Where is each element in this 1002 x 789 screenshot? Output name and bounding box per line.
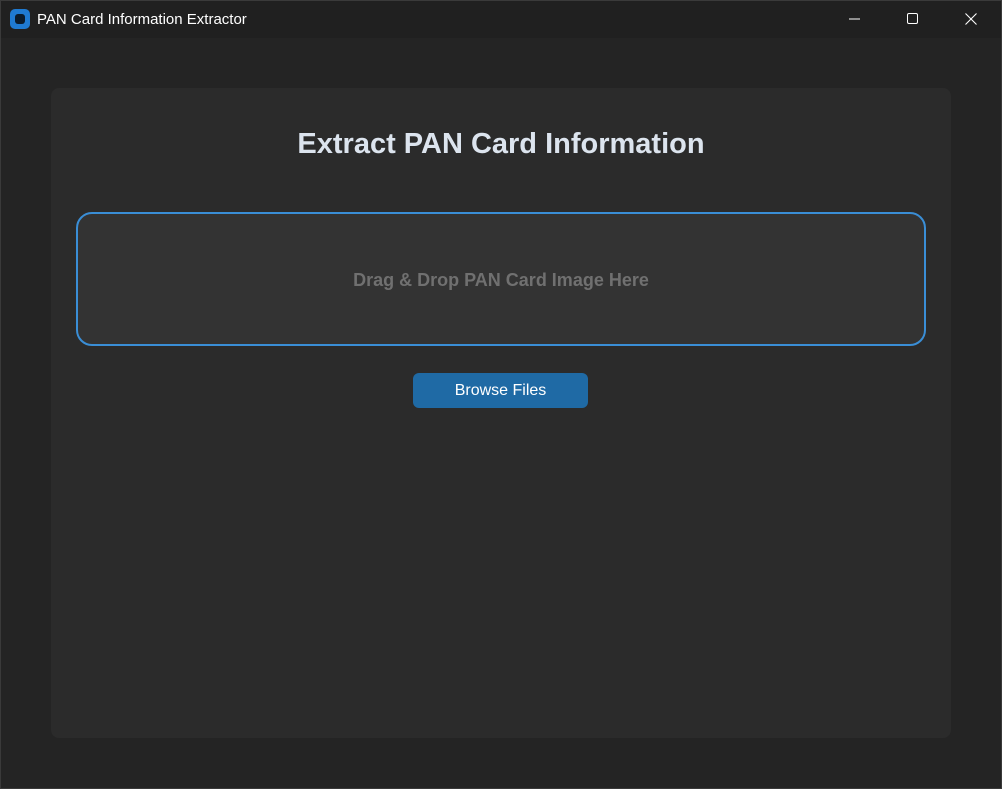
browse-files-button[interactable]: Browse Files xyxy=(413,373,588,408)
window-title: PAN Card Information Extractor xyxy=(37,11,247,28)
maximize-button[interactable] xyxy=(884,1,942,38)
close-icon xyxy=(965,13,977,25)
maximize-icon xyxy=(907,13,918,24)
title-bar[interactable]: PAN Card Information Extractor xyxy=(1,1,1001,38)
main-panel: Extract PAN Card Information Drag & Drop… xyxy=(51,88,951,738)
app-window: PAN Card Information Extractor Extract P… xyxy=(0,0,1002,789)
app-icon xyxy=(10,9,30,29)
page-title: Extract PAN Card Information xyxy=(297,128,705,160)
dropzone-label: Drag & Drop PAN Card Image Here xyxy=(353,270,649,290)
image-dropzone[interactable]: Drag & Drop PAN Card Image Here xyxy=(76,212,926,346)
close-button[interactable] xyxy=(942,1,1000,38)
minimize-button[interactable] xyxy=(826,1,884,38)
minimize-icon xyxy=(849,18,860,20)
